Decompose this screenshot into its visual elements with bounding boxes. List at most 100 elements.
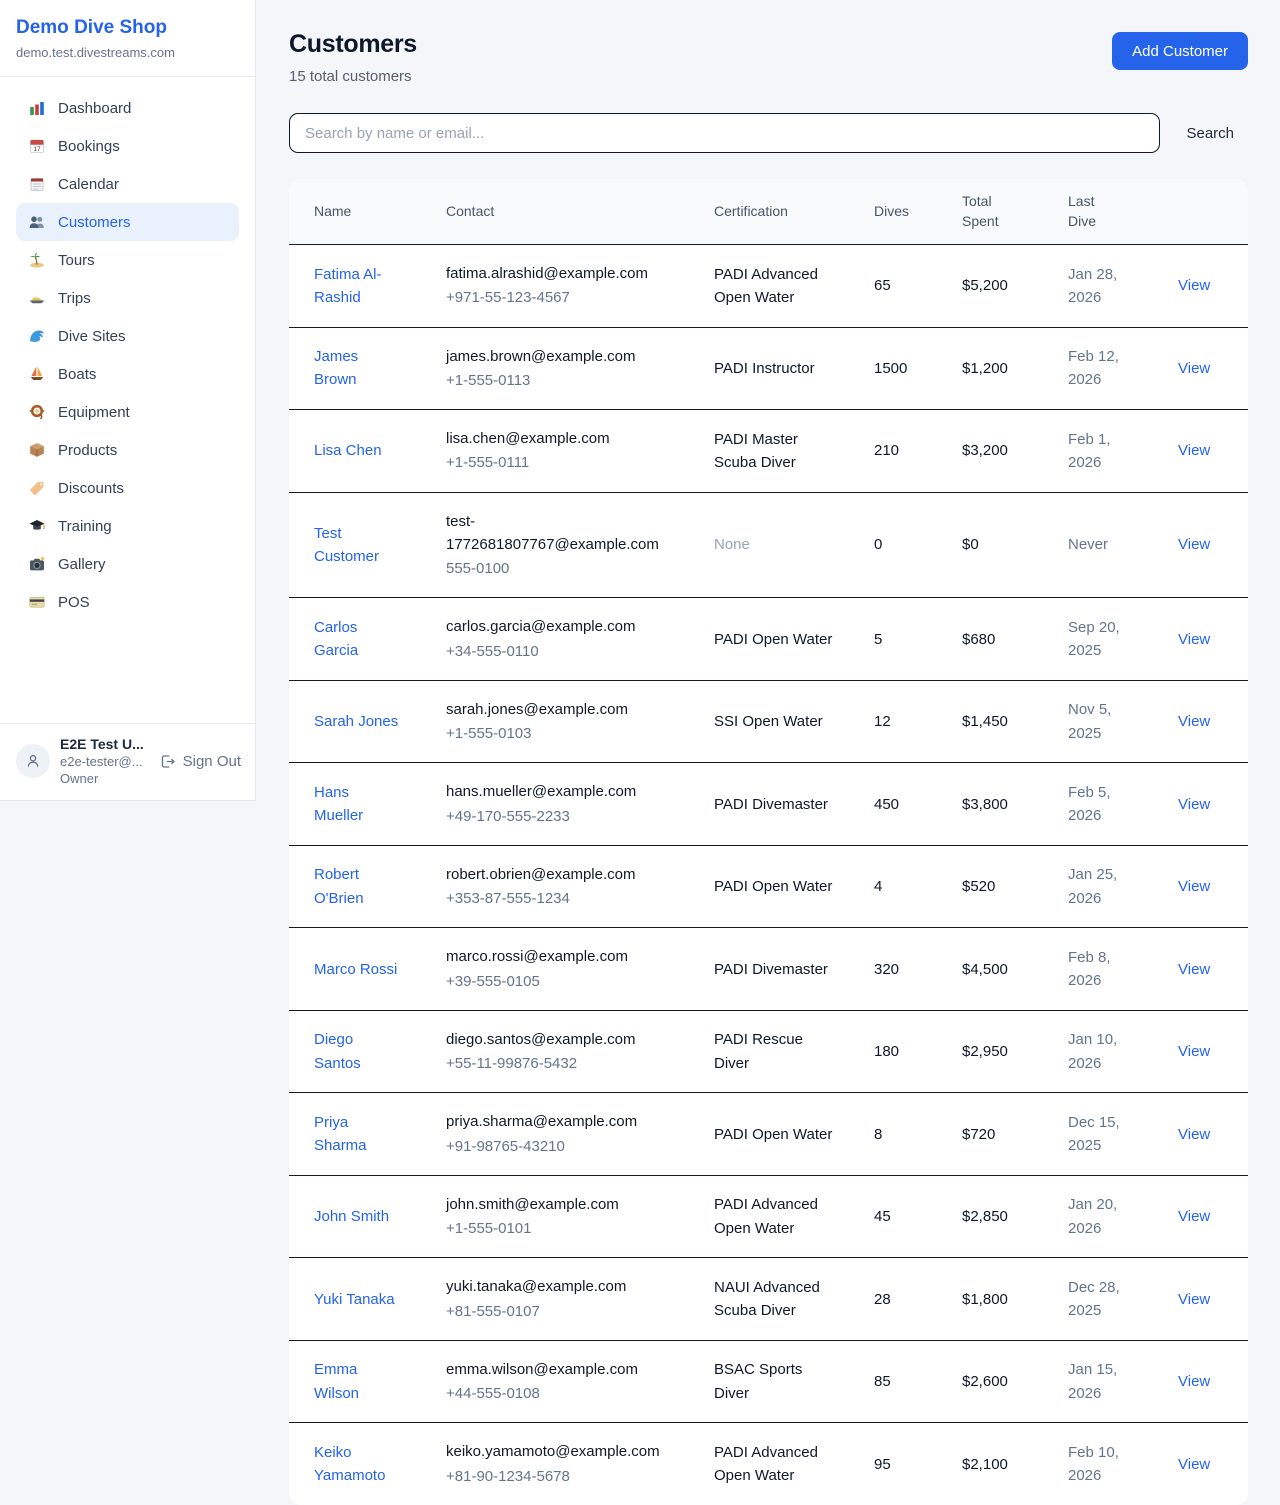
customer-total-spent: $0 bbox=[962, 536, 979, 553]
customer-table-body: Fatima Al-Rashid fatima.alrashid@example… bbox=[289, 245, 1248, 1505]
view-link[interactable]: View bbox=[1178, 1208, 1210, 1225]
customer-name-link[interactable]: Sarah Jones bbox=[314, 710, 398, 733]
customer-name-link[interactable]: Yuki Tanaka bbox=[314, 1288, 395, 1311]
sidebar-item-label: Dashboard bbox=[58, 100, 131, 117]
sidebar-item-training[interactable]: Training bbox=[16, 507, 239, 545]
customer-name-link[interactable]: Marco Rossi bbox=[314, 958, 397, 981]
customer-last-dive: Dec 28, 2025 bbox=[1068, 1276, 1124, 1323]
customer-count: 15 total customers bbox=[289, 68, 417, 85]
page-header: Customers 15 total customers Add Custome… bbox=[289, 30, 1248, 85]
customer-name-link[interactable]: Carlos Garcia bbox=[314, 616, 402, 663]
sidebar-item-label: Calendar bbox=[58, 176, 119, 193]
sign-out-button[interactable]: Sign Out bbox=[159, 753, 241, 770]
spiral-calendar-icon bbox=[28, 175, 46, 193]
customer-dives: 450 bbox=[874, 796, 899, 813]
column-header-name: Name bbox=[289, 179, 434, 245]
customer-name-link[interactable]: James Brown bbox=[314, 345, 402, 392]
sidebar-item-dashboard[interactable]: Dashboard bbox=[16, 89, 239, 127]
sidebar-item-calendar[interactable]: Calendar bbox=[16, 165, 239, 203]
search-button[interactable]: Search bbox=[1172, 125, 1248, 142]
sidebar-item-discounts[interactable]: Discounts bbox=[16, 469, 239, 507]
customer-name-link[interactable]: Test Customer bbox=[314, 522, 402, 569]
customer-email: emma.wilson@example.com bbox=[446, 1358, 674, 1381]
view-link[interactable]: View bbox=[1178, 442, 1210, 459]
customer-dives: 0 bbox=[874, 536, 882, 553]
sidebar-item-products[interactable]: Products bbox=[16, 431, 239, 469]
view-link[interactable]: View bbox=[1178, 277, 1210, 294]
view-link[interactable]: View bbox=[1178, 1373, 1210, 1390]
column-header-last-dive: Last Dive bbox=[1056, 179, 1166, 245]
customer-certification: PADI Open Water bbox=[714, 628, 832, 651]
view-link[interactable]: View bbox=[1178, 713, 1210, 730]
package-icon bbox=[28, 441, 46, 459]
sidebar-item-equipment[interactable]: Equipment bbox=[16, 393, 239, 431]
customer-certification: PADI Master Scuba Diver bbox=[714, 428, 838, 475]
user-section: E2E Test U... e2e-tester@... Owner Sign … bbox=[0, 723, 255, 800]
customer-email: test-1772681807767@example.com bbox=[446, 510, 674, 557]
view-link[interactable]: View bbox=[1178, 360, 1210, 377]
table-row: Fatima Al-Rashid fatima.alrashid@example… bbox=[289, 245, 1248, 328]
customer-phone: +1-555-0103 bbox=[446, 722, 674, 745]
speedboat-icon bbox=[28, 289, 46, 307]
customer-dives: 4 bbox=[874, 878, 882, 895]
customer-certification: PADI Advanced Open Water bbox=[714, 263, 838, 310]
view-link[interactable]: View bbox=[1178, 631, 1210, 648]
view-link[interactable]: View bbox=[1178, 878, 1210, 895]
credit-card-icon bbox=[28, 593, 46, 611]
customer-last-dive: Jan 28, 2026 bbox=[1068, 263, 1124, 310]
customer-certification: NAUI Advanced Scuba Diver bbox=[714, 1276, 838, 1323]
sidebar-item-boats[interactable]: Boats bbox=[16, 355, 239, 393]
sidebar-item-customers[interactable]: Customers bbox=[16, 203, 239, 241]
view-link[interactable]: View bbox=[1178, 796, 1210, 813]
view-link[interactable]: View bbox=[1178, 536, 1210, 553]
customer-name-link[interactable]: Emma Wilson bbox=[314, 1358, 402, 1405]
table-row: Diego Santos diego.santos@example.com +5… bbox=[289, 1010, 1248, 1093]
svg-text:17: 17 bbox=[33, 146, 41, 153]
customer-email: yuki.tanaka@example.com bbox=[446, 1275, 674, 1298]
customer-last-dive: Feb 12, 2026 bbox=[1068, 345, 1124, 392]
tag-icon bbox=[28, 479, 46, 497]
customer-name-link[interactable]: John Smith bbox=[314, 1205, 389, 1228]
customer-name-link[interactable]: Keiko Yamamoto bbox=[314, 1441, 402, 1488]
sign-out-icon bbox=[159, 753, 176, 770]
customer-name-link[interactable]: Priya Sharma bbox=[314, 1111, 402, 1158]
table-row: Test Customer test-1772681807767@example… bbox=[289, 492, 1248, 598]
table-row: Carlos Garcia carlos.garcia@example.com … bbox=[289, 598, 1248, 681]
customer-name-link[interactable]: Diego Santos bbox=[314, 1028, 402, 1075]
sidebar-item-trips[interactable]: Trips bbox=[16, 279, 239, 317]
customer-name-link[interactable]: Lisa Chen bbox=[314, 439, 382, 462]
customer-last-dive: Jan 20, 2026 bbox=[1068, 1193, 1124, 1240]
column-header-dives: Dives bbox=[862, 179, 950, 245]
user-email: e2e-tester@... bbox=[60, 754, 149, 769]
sidebar-item-dive-sites[interactable]: Dive Sites bbox=[16, 317, 239, 355]
main-content: Customers 15 total customers Add Custome… bbox=[257, 0, 1280, 1505]
customer-certification: None bbox=[714, 533, 750, 556]
view-link[interactable]: View bbox=[1178, 1291, 1210, 1308]
customer-phone: +81-90-1234-5678 bbox=[446, 1465, 674, 1488]
table-row: Emma Wilson emma.wilson@example.com +44-… bbox=[289, 1340, 1248, 1423]
view-link[interactable]: View bbox=[1178, 1456, 1210, 1473]
shop-title: Demo Dive Shop bbox=[16, 17, 239, 39]
customer-total-spent: $680 bbox=[962, 631, 995, 648]
view-link[interactable]: View bbox=[1178, 1126, 1210, 1143]
sidebar-item-gallery[interactable]: Gallery bbox=[16, 545, 239, 583]
diving-mask-icon bbox=[28, 403, 46, 421]
customer-name-link[interactable]: Hans Mueller bbox=[314, 781, 402, 828]
customer-email: fatima.alrashid@example.com bbox=[446, 262, 674, 285]
customer-phone: +39-555-0105 bbox=[446, 970, 674, 993]
customer-total-spent: $2,850 bbox=[962, 1208, 1008, 1225]
search-input[interactable] bbox=[289, 113, 1160, 153]
customer-name-link[interactable]: Robert O'Brien bbox=[314, 863, 402, 910]
customer-name-link[interactable]: Fatima Al-Rashid bbox=[314, 263, 402, 310]
table-row: Marco Rossi marco.rossi@example.com +39-… bbox=[289, 928, 1248, 1011]
view-link[interactable]: View bbox=[1178, 1043, 1210, 1060]
customer-last-dive: Feb 10, 2026 bbox=[1068, 1441, 1124, 1488]
add-customer-button[interactable]: Add Customer bbox=[1112, 32, 1248, 70]
sidebar-item-label: Bookings bbox=[58, 138, 120, 155]
sidebar-item-bookings[interactable]: 17 Bookings bbox=[16, 127, 239, 165]
view-link[interactable]: View bbox=[1178, 961, 1210, 978]
sidebar-item-pos[interactable]: POS bbox=[16, 583, 239, 621]
sidebar-item-tours[interactable]: Tours bbox=[16, 241, 239, 279]
customer-dives: 95 bbox=[874, 1456, 891, 1473]
user-name: E2E Test U... bbox=[60, 736, 149, 752]
